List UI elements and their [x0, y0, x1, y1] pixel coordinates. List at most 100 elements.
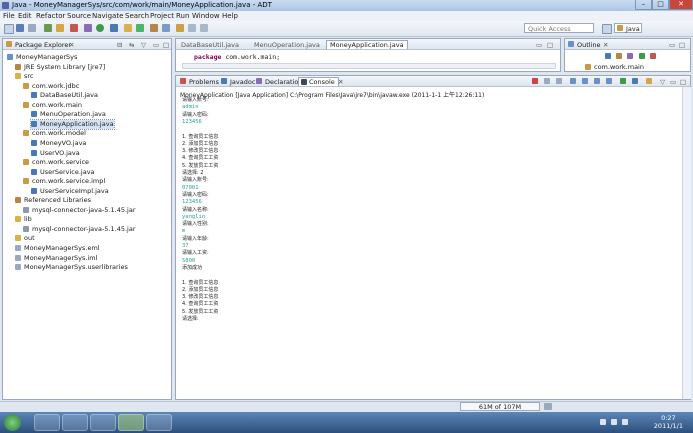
close-tab-icon[interactable]: ✕	[69, 41, 74, 49]
tree-item[interactable]: UserServiceImpl.java	[31, 187, 109, 196]
minimize-view-icon[interactable]: ▭	[153, 41, 159, 49]
taskbar-eclipse-icon[interactable]	[118, 414, 144, 431]
tree-item[interactable]: out	[15, 234, 35, 243]
taskbar-ie-icon[interactable]	[34, 414, 60, 431]
garbage-collect-icon[interactable]	[544, 403, 552, 410]
tree-item[interactable]: com.work.jdbc	[23, 82, 79, 91]
save-icon[interactable]	[16, 24, 24, 32]
tree-item[interactable]: lib	[15, 215, 32, 224]
new-java-package-icon[interactable]	[124, 24, 132, 32]
java-perspective-button[interactable]: Java	[614, 23, 642, 33]
code-line[interactable]: package com.work.main;	[194, 53, 280, 61]
tree-item[interactable]: mysql-connector-java-5.1.45.jar	[23, 225, 136, 234]
editor-tab-moneyapplication[interactable]: MoneyApplication.java	[326, 40, 408, 49]
console-maximize-icon[interactable]: □	[680, 78, 686, 86]
editor-tab-menuoperation[interactable]: MenuOperation.java	[254, 41, 320, 49]
maximize-view-icon[interactable]: □	[163, 41, 169, 49]
tree-item[interactable]: com.work.service	[23, 158, 89, 167]
show-stdout-icon[interactable]	[606, 78, 612, 84]
tab-problems[interactable]: Problems	[189, 78, 219, 86]
android-sdk-icon[interactable]	[44, 24, 52, 32]
terminate-icon[interactable]	[532, 78, 538, 84]
tree-item[interactable]: com.work.service.impl	[23, 177, 105, 186]
volume-icon[interactable]	[622, 419, 629, 425]
tree-item[interactable]: MenuOperation.java	[31, 110, 106, 119]
tree-item[interactable]: UserService.java	[31, 168, 95, 177]
display-console-icon[interactable]	[632, 78, 638, 84]
menu-refactor[interactable]: Refactor	[36, 12, 65, 20]
open-perspective-icon[interactable]	[602, 24, 612, 34]
close-button[interactable]: ✕	[669, 0, 693, 10]
clear-console-icon[interactable]	[570, 78, 576, 84]
remove-all-icon[interactable]	[556, 78, 562, 84]
tree-item[interactable]: MoneyManagerSys.eml	[15, 244, 100, 253]
start-button-icon[interactable]	[4, 414, 21, 431]
lint-icon[interactable]	[70, 24, 78, 32]
console-minimize-icon[interactable]: ▭	[670, 78, 676, 86]
view-menu-icon[interactable]: ▽	[141, 41, 146, 49]
tab-console[interactable]: Console	[298, 77, 339, 86]
menu-source[interactable]: Source	[67, 12, 91, 20]
menu-search[interactable]: Search	[125, 12, 149, 20]
tree-item[interactable]: JRE System Library [jre7]	[15, 63, 105, 72]
console-close-icon[interactable]: ✕	[338, 78, 343, 86]
run-icon[interactable]	[96, 24, 104, 32]
outline-maximize-icon[interactable]: □	[679, 41, 685, 49]
search-icon[interactable]	[162, 24, 170, 32]
open-console-icon[interactable]	[646, 78, 652, 84]
menu-help[interactable]: Help	[222, 12, 238, 20]
hide-static-icon[interactable]	[627, 53, 634, 59]
tab-declaration[interactable]: Declaration	[265, 78, 302, 86]
taskbar-explorer-icon[interactable]	[62, 414, 88, 431]
tree-item[interactable]: DataBaseUtil.java	[31, 91, 98, 100]
tree-item[interactable]: mysql-connector-java-5.1.45.jar	[23, 206, 136, 215]
taskbar-app-icon[interactable]	[146, 414, 172, 431]
console-output[interactable]: 请输入账号: admin 请输入密码: 123456 1. 查询员工信息 2. 添加员工信…	[176, 97, 676, 397]
forward-icon[interactable]	[200, 24, 208, 32]
tree-item[interactable]: UserVO.java	[31, 149, 80, 158]
tree-item[interactable]: src	[15, 72, 34, 81]
scroll-lock-icon[interactable]	[582, 78, 588, 84]
tree-item[interactable]: Referenced Libraries	[15, 196, 91, 205]
hide-fields-icon[interactable]	[616, 53, 623, 59]
quick-access-input[interactable]: Quick Access	[524, 23, 594, 33]
next-annotation-icon[interactable]	[176, 24, 184, 32]
tree-item[interactable]: com.work.model	[23, 129, 86, 138]
tree-item[interactable]: MoneyApplication.java	[30, 118, 115, 130]
pin-console-icon[interactable]	[620, 78, 626, 84]
tree-item[interactable]: MoneyManagerSys.iml	[15, 254, 97, 263]
menu-edit[interactable]: Edit	[18, 12, 32, 20]
link-editor-icon[interactable]: ⇆	[129, 41, 134, 49]
tree-item[interactable]: MoneyManagerSys.userlibraries	[15, 263, 128, 272]
menu-window[interactable]: Window	[192, 12, 220, 20]
network-icon[interactable]	[611, 419, 618, 425]
minimize-button[interactable]: –	[635, 0, 652, 10]
collapse-all-icon[interactable]: ⊟	[117, 41, 122, 49]
outline-tab[interactable]: Outline	[577, 41, 601, 49]
maximize-button[interactable]: □	[652, 0, 669, 10]
outline-minimize-icon[interactable]: ▭	[669, 41, 675, 49]
tree-item[interactable]: com.work.main	[23, 101, 82, 110]
debug-icon[interactable]	[84, 24, 92, 32]
open-type-icon[interactable]	[150, 24, 158, 32]
package-explorer-tab[interactable]: Package Explorer	[15, 41, 71, 49]
tab-javadoc[interactable]: Javadoc	[230, 78, 255, 86]
remove-launch-icon[interactable]	[544, 78, 550, 84]
hide-local-types-icon[interactable]	[649, 53, 656, 59]
external-tools-icon[interactable]	[110, 24, 118, 32]
avd-manager-icon[interactable]	[56, 24, 64, 32]
taskbar-media-icon[interactable]	[90, 414, 116, 431]
tree-item[interactable]: MoneyManagerSys	[7, 53, 77, 62]
console-view-menu-icon[interactable]: ▽	[660, 78, 665, 86]
outline-close-icon[interactable]: ✕	[603, 41, 608, 49]
tree-item[interactable]: MoneyVO.java	[31, 139, 86, 148]
editor-minimize-icon[interactable]: ▭	[536, 41, 542, 49]
editor-maximize-icon[interactable]: □	[547, 41, 553, 49]
menu-navigate[interactable]: Navigate	[92, 12, 123, 20]
menu-run[interactable]: Run	[176, 12, 189, 20]
outline-item[interactable]: com.work.main	[585, 63, 644, 71]
editor-hscrollbar[interactable]	[182, 63, 556, 69]
console-vscrollbar[interactable]	[682, 87, 691, 399]
menu-file[interactable]: File	[3, 12, 15, 20]
back-icon[interactable]	[188, 24, 196, 32]
